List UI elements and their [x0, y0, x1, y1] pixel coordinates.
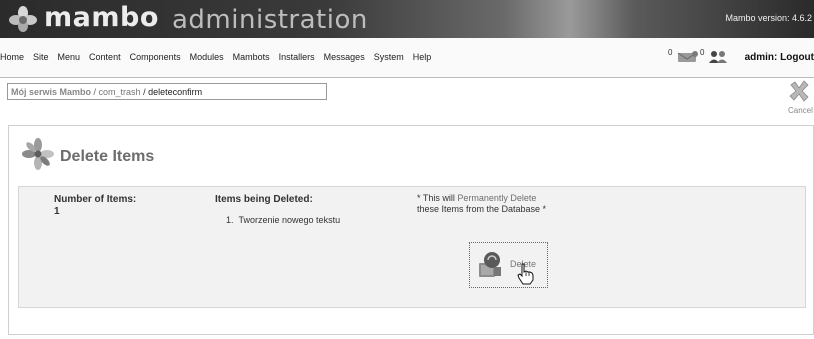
breadcrumb-task: deleteconfirm — [148, 87, 203, 97]
mambo-flower-icon — [9, 6, 37, 32]
items-list: 1. Tworzenie nowego tekstu — [226, 215, 340, 225]
menu-item-mambots[interactable]: Mambots — [233, 52, 270, 62]
users-count: 0 — [700, 48, 705, 57]
hand-pointer-icon — [517, 263, 534, 285]
warning-suffix: these Items from the Database * — [417, 204, 547, 214]
admin-header: mambo administration Mambo version: 4.6.… — [0, 0, 814, 38]
version-label: Mambo version: 4.6.2 — [725, 13, 812, 23]
list-item: Tworzenie nowego tekstu — [238, 215, 341, 225]
breadcrumb-site[interactable]: Mój serwis Mambo — [11, 87, 91, 97]
admin-logout-link[interactable]: admin: Logout — [745, 52, 814, 63]
menu-bar: Home Site Menu Content Components Module… — [0, 38, 814, 78]
status-area: 0 0 — [668, 48, 740, 64]
list-item-number: 1. — [226, 215, 239, 225]
menu-item-messages[interactable]: Messages — [324, 52, 365, 62]
main-panel: Delete Items Number of Items: 1 Items be… — [8, 125, 814, 335]
cancel-x-icon — [789, 80, 809, 102]
menu-item-home[interactable]: Home — [0, 52, 24, 62]
main-menu: Home Site Menu Content Components Module… — [0, 52, 440, 62]
logo-mambo-text: mambo — [44, 2, 159, 33]
delete-confirm-box: Number of Items: 1 Items being Deleted: … — [18, 186, 806, 308]
number-of-items-value: 1 — [54, 206, 60, 217]
messages-count: 0 — [668, 48, 673, 57]
cancel-button[interactable]: Cancel — [782, 78, 814, 120]
menu-item-content[interactable]: Content — [89, 52, 121, 62]
menu-item-modules[interactable]: Modules — [190, 52, 224, 62]
menu-item-help[interactable]: Help — [413, 52, 432, 62]
breadcrumb-separator: / — [140, 87, 149, 97]
warning-emphasis: Permanently Delete — [457, 193, 537, 203]
users-icon[interactable] — [707, 49, 729, 64]
mail-icon[interactable] — [675, 50, 699, 64]
permanent-delete-warning: * This will Permanently Delete these Ite… — [417, 193, 607, 215]
delete-bin-icon — [479, 252, 501, 277]
warning-prefix: * This will — [417, 193, 458, 203]
menu-item-components[interactable]: Components — [130, 52, 181, 62]
trash-flower-icon — [22, 138, 54, 170]
menu-item-menu[interactable]: Menu — [58, 52, 81, 62]
logo-administration-text: administration — [172, 5, 368, 35]
items-being-deleted-label: Items being Deleted: — [215, 194, 313, 205]
breadcrumb-component: com_trash — [98, 87, 141, 97]
cancel-label: Cancel — [788, 106, 813, 115]
menu-item-installers[interactable]: Installers — [279, 52, 315, 62]
menu-item-system[interactable]: System — [374, 52, 404, 62]
breadcrumb-separator: / — [91, 87, 99, 97]
menu-item-site[interactable]: Site — [33, 52, 49, 62]
delete-button[interactable]: Delete — [469, 242, 548, 288]
page-title: Delete Items — [60, 148, 155, 165]
path-bar: Mój serwis Mambo / com_trash / deletecon… — [0, 78, 814, 122]
number-of-items-label: Number of Items: — [54, 194, 137, 205]
breadcrumb: Mój serwis Mambo / com_trash / deletecon… — [7, 83, 327, 100]
